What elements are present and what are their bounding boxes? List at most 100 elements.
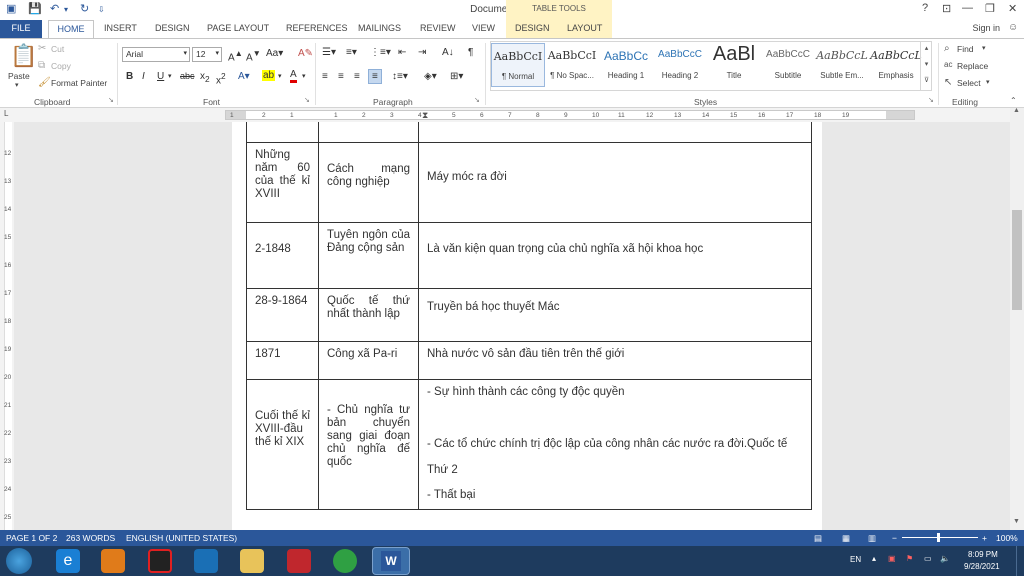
user-icon[interactable]: ☺ (1008, 22, 1018, 33)
table-cell[interactable]: Tuyên ngôn của Đảng cộng sản (318, 222, 419, 289)
tab-page-layout[interactable]: PAGE LAYOUT (207, 23, 269, 33)
table-cell[interactable]: 2-1848 (246, 222, 319, 289)
styles-launcher-icon[interactable]: ↘ (928, 96, 934, 104)
zoom-out-icon[interactable]: − (892, 533, 897, 543)
font-color-dropdown-icon[interactable]: ▾ (302, 72, 306, 80)
tab-references[interactable]: REFERENCES (286, 23, 348, 33)
zoom-slider-thumb[interactable] (937, 533, 940, 542)
table-cell[interactable]: Là văn kiện quan trọng của chủ nghĩa xã … (418, 222, 812, 289)
style-heading-2[interactable]: AaBbCcC Heading 2 (653, 43, 707, 87)
copy-button[interactable]: Copy (51, 61, 71, 71)
scrollbar-thumb[interactable] (1012, 210, 1022, 310)
history-table[interactable]: Những năm 60 của thế kỉ XVIII Cách mạng … (246, 122, 812, 510)
table-cell[interactable]: Cách mạng công nghiệp (318, 142, 419, 223)
tab-mailings[interactable]: MAILINGS (358, 23, 401, 33)
strikethrough-icon[interactable]: abc (180, 71, 195, 81)
vertical-ruler[interactable]: 12 13 14 15 16 17 18 19 20 21 22 23 24 2… (0, 122, 14, 530)
chevron-down-icon[interactable]: ▾ (215, 49, 219, 57)
language-status[interactable]: ENGLISH (UNITED STATES) (126, 533, 237, 543)
paste-button[interactable]: Paste (8, 71, 30, 81)
shrink-font-icon[interactable]: A▼ (246, 48, 261, 63)
font-launcher-icon[interactable]: ↘ (304, 96, 310, 104)
underline-dropdown-icon[interactable]: ▾ (168, 72, 172, 80)
clear-formatting-icon[interactable]: A✎ (298, 48, 313, 59)
table-cell[interactable]: 28-9-1864 (246, 288, 319, 342)
tab-file[interactable]: FILE (0, 20, 42, 38)
network-icon[interactable]: ▣ (888, 554, 896, 563)
tab-view[interactable]: VIEW (472, 23, 495, 33)
show-desktop-button[interactable] (1016, 546, 1024, 576)
style-no-spacing[interactable]: AaBbCcI ¶ No Spac... (545, 43, 599, 87)
start-button[interactable] (6, 548, 32, 574)
video-app-icon[interactable] (287, 549, 311, 573)
text-effects-icon[interactable]: A▾ (238, 71, 250, 82)
paste-dropdown-icon[interactable]: ▾ (15, 81, 19, 89)
table-cell[interactable] (246, 122, 319, 143)
style-emphasis[interactable]: AaBbCcL Emphasis (869, 43, 923, 87)
action-center-icon[interactable]: ⚑ (906, 554, 913, 563)
zoom-in-icon[interactable]: + (982, 533, 987, 543)
bold-icon[interactable]: B (126, 71, 133, 82)
document-area[interactable]: Những năm 60 của thế kỉ XVIII Cách mạng … (14, 122, 1010, 530)
file-explorer-icon[interactable] (240, 549, 264, 573)
tab-home[interactable]: HOME (48, 20, 94, 39)
document-page[interactable]: Những năm 60 của thế kỉ XVIII Cách mạng … (232, 122, 822, 530)
style-normal[interactable]: AaBbCcI ¶ Normal (491, 43, 545, 87)
print-layout-icon[interactable]: ▦ (842, 533, 850, 544)
collapse-ribbon-icon[interactable]: ⌃ (1010, 96, 1017, 105)
word-taskbar-button[interactable]: W (372, 547, 410, 575)
word-count-status[interactable]: 263 WORDS (66, 533, 115, 543)
table-cell[interactable]: Truyền bá học thuyết Mác (418, 288, 812, 342)
clock-date[interactable]: 9/28/2021 (964, 562, 1000, 571)
display-icon[interactable]: ▭ (924, 554, 932, 563)
select-button[interactable]: Select (957, 78, 981, 88)
align-center-icon[interactable]: ≡ (338, 71, 344, 82)
table-cell[interactable] (418, 122, 812, 143)
align-left-icon[interactable]: ≡ (322, 71, 328, 82)
browser-app-icon[interactable] (333, 549, 357, 573)
indent-marker-icon[interactable]: ⧗ (422, 110, 428, 121)
table-cell[interactable] (318, 122, 419, 143)
subscript-icon[interactable]: x2 (200, 71, 210, 84)
decrease-indent-icon[interactable]: ⇤ (398, 47, 406, 58)
change-case-icon[interactable]: Aa▾ (266, 48, 283, 59)
tab-table-layout[interactable]: LAYOUT (567, 23, 602, 33)
table-cell[interactable]: Quốc tế thứ nhất thành lập (318, 288, 419, 342)
show-formatting-marks-icon[interactable]: ¶ (468, 47, 473, 58)
select-dropdown-icon[interactable]: ▾ (986, 78, 990, 86)
tab-design[interactable]: DESIGN (155, 23, 190, 33)
format-painter-button[interactable]: Format Painter (51, 78, 107, 88)
sort-icon[interactable]: A↓ (442, 47, 454, 58)
chevron-down-icon[interactable]: ▾ (183, 49, 187, 57)
styles-gallery-scroll[interactable]: ▴ ▾ ⊽ (920, 41, 932, 91)
scroll-up-icon[interactable]: ▲ (1013, 107, 1020, 114)
close-button[interactable]: ✕ (1008, 2, 1017, 15)
font-size-box[interactable]: 12 ▾ (192, 47, 222, 62)
vertical-scrollbar[interactable]: ▲ ▼ (1010, 107, 1024, 530)
tab-insert[interactable]: INSERT (104, 23, 137, 33)
justify-icon[interactable]: ≡ (368, 69, 382, 84)
superscript-icon[interactable]: x2 (216, 71, 226, 86)
tab-selector-icon[interactable]: L (4, 109, 8, 118)
cut-button[interactable]: Cut (51, 44, 64, 54)
scroll-down-icon[interactable]: ▼ (1013, 518, 1020, 525)
bullets-icon[interactable]: ☰▾ (322, 47, 336, 58)
highlight-dropdown-icon[interactable]: ▾ (278, 72, 282, 80)
paragraph-launcher-icon[interactable]: ↘ (474, 96, 480, 104)
table-cell[interactable]: Nhà nước vô sản đầu tiên trên thế giới (418, 341, 812, 380)
line-spacing-icon[interactable]: ↕≡▾ (392, 71, 408, 82)
zoom-slider-track[interactable] (902, 537, 978, 538)
style-subtitle[interactable]: AaBbCcC Subtitle (761, 43, 815, 87)
app-icon-red[interactable] (148, 549, 172, 573)
table-cell[interactable]: Những năm 60 của thế kỉ XVIII (246, 142, 319, 223)
table-cell[interactable]: Công xã Pa-ri (318, 341, 419, 380)
font-color-icon[interactable]: A (290, 70, 297, 83)
font-name-box[interactable]: Arial ▾ (122, 47, 190, 62)
style-title[interactable]: AaBl Title (707, 43, 761, 87)
page-count-status[interactable]: PAGE 1 OF 2 (6, 533, 57, 543)
clipboard-launcher-icon[interactable]: ↘ (108, 96, 114, 104)
style-subtle-emphasis[interactable]: AaBbCcL Subtle Em... (815, 43, 869, 87)
web-layout-icon[interactable]: ▥ (868, 533, 876, 544)
style-heading-1[interactable]: AaBbCc Heading 1 (599, 43, 653, 87)
clock-time[interactable]: 8:09 PM (968, 550, 998, 559)
